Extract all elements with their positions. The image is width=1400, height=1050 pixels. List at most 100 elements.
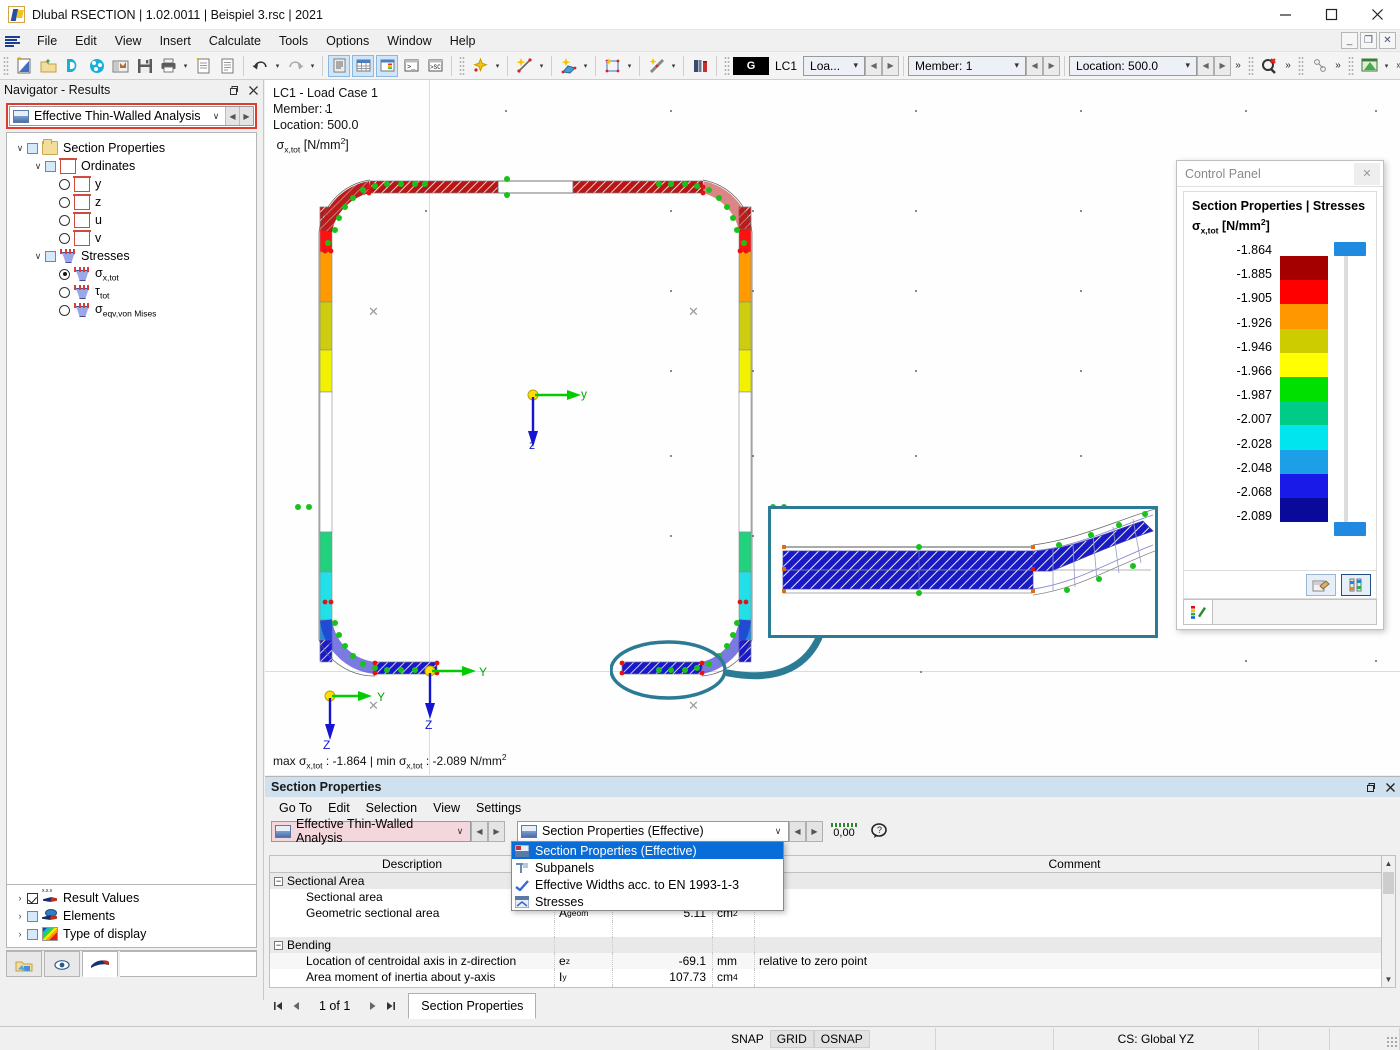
table-analysis-next[interactable]: ▶ xyxy=(488,820,505,842)
menu-window[interactable]: Window xyxy=(378,32,440,50)
new-stiffener-icon[interactable] xyxy=(645,55,667,77)
mdi-close-button[interactable]: ✕ xyxy=(1379,32,1396,49)
table-row[interactable]: Geometric sectional area Ageom 5.11 cm 2 xyxy=(270,905,1395,921)
render-mode-icon[interactable] xyxy=(1358,55,1380,77)
column-header-comment[interactable]: Comment xyxy=(755,856,1395,872)
new-stiffener-dropdown-arrow[interactable]: ▾ xyxy=(668,55,679,77)
radio-button[interactable] xyxy=(59,286,70,298)
script-icon[interactable]: >SC xyxy=(424,55,446,77)
table-menu-settings[interactable]: Settings xyxy=(468,799,529,817)
navigator-panel-icon[interactable] xyxy=(328,54,350,77)
pager-last-button[interactable] xyxy=(382,996,400,1016)
navigator-restore-button[interactable] xyxy=(223,81,243,99)
tree-item-sigma-x-tot[interactable]: σx,tot xyxy=(7,265,256,283)
new-model-icon[interactable] xyxy=(13,55,35,77)
member-combo[interactable]: Member: 1 ▾ xyxy=(908,55,1027,76)
table-row[interactable]: Area moment of inertia about y-axis Iy 1… xyxy=(270,969,1395,985)
navigator-analysis-combo[interactable]: Effective Thin-Walled Analysis ∨ ◀ ▶ xyxy=(9,106,254,126)
table-row[interactable]: Area moment of inertia about z-axis Iz 9… xyxy=(270,985,1395,987)
pager-first-button[interactable] xyxy=(269,996,287,1016)
mdi-minimize-button[interactable]: _ xyxy=(1341,32,1358,49)
collapse-icon[interactable]: − xyxy=(274,940,283,950)
decimal-places-button[interactable]: 0,00 xyxy=(831,823,857,839)
open-folder-icon[interactable] xyxy=(37,55,59,77)
snap-overflow[interactable]: » xyxy=(1331,55,1345,77)
scroll-up-button[interactable]: ▲ xyxy=(1382,856,1395,871)
new-line-icon[interactable] xyxy=(513,55,535,77)
result-type-dropdown[interactable]: Section Properties (Effective) Subpanels… xyxy=(511,841,784,911)
collapse-icon[interactable]: − xyxy=(274,876,283,886)
checkbox[interactable] xyxy=(27,142,38,154)
undo-icon[interactable] xyxy=(249,55,271,77)
menu-tools[interactable]: Tools xyxy=(270,32,317,50)
table-result-combo[interactable]: Section Properties (Effective) ∨ xyxy=(517,820,789,842)
delete-results-overflow[interactable]: » xyxy=(1281,55,1295,77)
load-next-button[interactable]: ▶ xyxy=(882,55,900,76)
redo-icon[interactable] xyxy=(284,55,306,77)
table-result-next[interactable]: ▶ xyxy=(806,820,823,842)
chevron-down-icon[interactable]: ∨ xyxy=(207,111,225,122)
navigator-analysis-prev[interactable]: ◀ xyxy=(225,107,239,125)
results-toolbar-overflow[interactable]: » xyxy=(1231,55,1245,77)
radio-button[interactable] xyxy=(59,232,70,244)
info-bubble-icon[interactable]: ? xyxy=(868,820,890,842)
chevron-right-icon[interactable]: › xyxy=(13,893,27,903)
status-snap-toggle[interactable]: SNAP xyxy=(725,1030,770,1048)
tab-model-navigator[interactable] xyxy=(6,951,42,977)
menu-help[interactable]: Help xyxy=(441,32,485,50)
render-dropdown-arrow[interactable]: ▾ xyxy=(1381,55,1392,77)
console-icon[interactable]: >_ xyxy=(400,55,422,77)
menu-edit[interactable]: Edit xyxy=(66,32,106,50)
checkbox[interactable] xyxy=(27,892,38,904)
checkbox[interactable] xyxy=(27,910,38,922)
mdi-restore-button[interactable]: ❐ xyxy=(1360,32,1377,49)
tree-item-sigma-eqv-von-mises[interactable]: σeqv,von Mises xyxy=(7,301,256,319)
location-next-button[interactable]: ▶ xyxy=(1214,55,1232,76)
new-part-dropdown-arrow[interactable]: ▾ xyxy=(580,55,591,77)
library-icon[interactable] xyxy=(689,55,711,77)
delete-results-icon[interactable] xyxy=(1258,55,1280,77)
tree-item-result-values[interactable]: › Result Values xyxy=(7,888,256,907)
menu-calculate[interactable]: Calculate xyxy=(200,32,270,50)
table-row[interactable]: − Sectional Area xyxy=(270,873,1395,889)
chevron-down-icon[interactable]: ∨ xyxy=(31,161,45,172)
tree-item-ordinate-y[interactable]: y xyxy=(7,175,256,193)
menu-insert[interactable]: Insert xyxy=(151,32,200,50)
window-resize-grip[interactable] xyxy=(1386,1036,1398,1048)
redo-dropdown-arrow[interactable]: ▾ xyxy=(307,55,318,77)
table-rows[interactable]: − Sectional Area Sectional area Geometri… xyxy=(269,873,1396,988)
table-menu-view[interactable]: View xyxy=(425,799,468,817)
toolbar-grip-6[interactable] xyxy=(1348,55,1355,76)
control-panel-icon[interactable] xyxy=(376,54,398,77)
table-menu-edit[interactable]: Edit xyxy=(320,799,358,817)
chevron-down-icon[interactable]: ∨ xyxy=(450,826,470,837)
dropdown-option-effective-widths[interactable]: Effective Widths acc. to EN 1993-1-3 xyxy=(512,876,783,893)
new-opening-icon[interactable] xyxy=(601,55,623,77)
table-analysis-combo[interactable]: Effective Thin-Walled Analysis ∨ xyxy=(271,817,471,845)
legend-range-slider-track[interactable] xyxy=(1344,248,1348,524)
chevron-down-icon[interactable]: ∨ xyxy=(768,826,788,837)
toolbar-grip-3[interactable] xyxy=(724,55,730,76)
pager-prev-button[interactable] xyxy=(287,996,305,1016)
toolbar-grip-2[interactable] xyxy=(459,55,465,76)
radio-button[interactable] xyxy=(59,268,70,280)
radio-button[interactable] xyxy=(59,178,70,190)
table-vertical-scrollbar[interactable]: ▲ ▼ xyxy=(1381,855,1396,988)
tree-item-ordinate-z[interactable]: z xyxy=(7,193,256,211)
table-menu-selection[interactable]: Selection xyxy=(358,799,425,817)
dlubal-center-icon[interactable] xyxy=(61,55,83,77)
status-grid-toggle[interactable]: GRID xyxy=(769,1029,814,1048)
member-next-button[interactable]: ▶ xyxy=(1043,55,1061,76)
legend-range-upper-knob[interactable] xyxy=(1334,242,1366,256)
chevron-down-icon[interactable]: ∨ xyxy=(31,251,45,262)
menu-view[interactable]: View xyxy=(106,32,151,50)
radio-button[interactable] xyxy=(59,214,70,226)
table-tab-section-properties[interactable]: Section Properties xyxy=(408,993,537,1019)
print-icon[interactable] xyxy=(157,55,179,77)
dlubal-network-icon[interactable] xyxy=(85,55,107,77)
maximize-button[interactable] xyxy=(1308,0,1354,30)
tree-item-tau-tot[interactable]: τtot xyxy=(7,283,256,301)
new-point-dropdown-arrow[interactable]: ▾ xyxy=(492,55,503,77)
undo-dropdown-arrow[interactable]: ▾ xyxy=(272,55,283,77)
legend-range-lower-knob[interactable] xyxy=(1334,522,1366,536)
